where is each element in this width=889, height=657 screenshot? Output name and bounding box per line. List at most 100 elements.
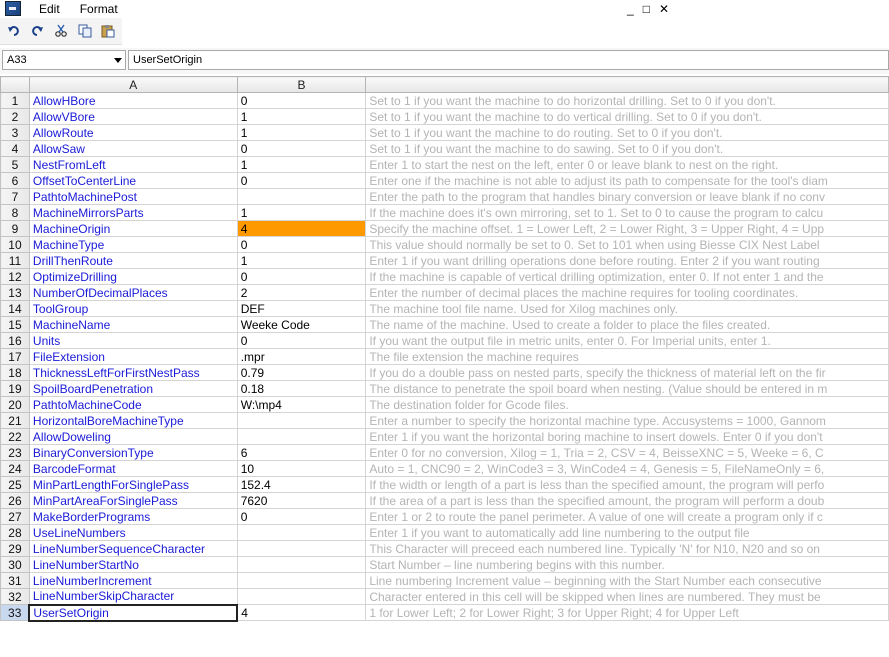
- setting-value-cell[interactable]: [236, 412, 367, 429]
- row-number[interactable]: 28: [0, 524, 30, 541]
- setting-name-cell[interactable]: MachineMirrorsParts: [28, 204, 238, 221]
- setting-name-cell[interactable]: AllowVBore: [28, 108, 238, 125]
- setting-value-cell[interactable]: 6: [236, 444, 367, 461]
- row-number[interactable]: 18: [0, 364, 30, 381]
- setting-name-cell[interactable]: PathtoMachinePost: [28, 188, 238, 205]
- setting-name-cell[interactable]: NumberOfDecimalPlaces: [28, 284, 238, 301]
- setting-description-cell[interactable]: The distance to penetrate the spoil boar…: [365, 380, 889, 397]
- setting-name-cell[interactable]: AllowDoweling: [28, 428, 238, 445]
- setting-value-cell[interactable]: 10: [236, 460, 367, 477]
- row-number[interactable]: 3: [0, 124, 30, 141]
- setting-name-cell[interactable]: NestFromLeft: [28, 156, 238, 173]
- setting-name-cell[interactable]: OptimizeDrilling: [28, 268, 238, 285]
- setting-description-cell[interactable]: Enter 1 if you want to automatically add…: [365, 524, 889, 541]
- setting-value-cell[interactable]: 2: [236, 284, 367, 301]
- setting-value-cell[interactable]: [236, 428, 367, 445]
- setting-value-cell[interactable]: 4: [236, 604, 367, 621]
- cut-icon[interactable]: [51, 21, 71, 41]
- setting-value-cell[interactable]: 0: [236, 268, 367, 285]
- setting-name-cell[interactable]: LineNumberSequenceCharacter: [28, 540, 238, 557]
- setting-value-cell[interactable]: [236, 524, 367, 541]
- row-number[interactable]: 7: [0, 188, 30, 205]
- close-icon[interactable]: ✕: [659, 2, 669, 16]
- setting-description-cell[interactable]: Set to 1 if you want the machine to do v…: [365, 108, 889, 125]
- row-number[interactable]: 22: [0, 428, 30, 445]
- redo-icon[interactable]: [28, 21, 48, 41]
- setting-value-cell[interactable]: 0: [236, 140, 367, 157]
- setting-name-cell[interactable]: LineNumberSkipCharacter: [28, 588, 238, 605]
- setting-description-cell[interactable]: The destination folder for Gcode files.: [365, 396, 889, 413]
- setting-description-cell[interactable]: Auto = 1, CNC90 = 2, WinCode3 = 3, WinCo…: [365, 460, 889, 477]
- setting-name-cell[interactable]: MachineName: [28, 316, 238, 333]
- setting-value-cell[interactable]: Weeke Code: [236, 316, 367, 333]
- setting-description-cell[interactable]: Enter 0 for no conversion, Xilog = 1, Tr…: [365, 444, 889, 461]
- row-number[interactable]: 23: [0, 444, 30, 461]
- setting-name-cell[interactable]: MinPartLengthForSinglePass: [28, 476, 238, 493]
- row-number[interactable]: 13: [0, 284, 30, 301]
- column-header-b[interactable]: B: [236, 76, 367, 93]
- setting-value-cell[interactable]: 152.4: [236, 476, 367, 493]
- row-number[interactable]: 32: [0, 588, 30, 605]
- setting-description-cell[interactable]: 1 for Lower Left; 2 for Lower Right; 3 f…: [365, 604, 889, 621]
- row-number[interactable]: 1: [0, 92, 30, 109]
- row-number[interactable]: 20: [0, 396, 30, 413]
- select-all-corner[interactable]: [0, 76, 30, 93]
- setting-name-cell[interactable]: SpoilBoardPenetration: [28, 380, 238, 397]
- setting-description-cell[interactable]: Enter the number of decimal places the m…: [365, 284, 889, 301]
- setting-description-cell[interactable]: Enter a number to specify the horizontal…: [365, 412, 889, 429]
- setting-name-cell[interactable]: UserSetOrigin: [28, 603, 239, 622]
- row-number[interactable]: 16: [0, 332, 30, 349]
- setting-name-cell[interactable]: AllowSaw: [28, 140, 238, 157]
- paste-icon[interactable]: [98, 21, 118, 41]
- setting-description-cell[interactable]: If you do a double pass on nested parts,…: [365, 364, 889, 381]
- row-number[interactable]: 26: [0, 492, 30, 509]
- setting-value-cell[interactable]: 4: [236, 220, 367, 237]
- setting-value-cell[interactable]: 1: [236, 204, 367, 221]
- formula-input[interactable]: UserSetOrigin: [128, 50, 889, 70]
- setting-value-cell[interactable]: [236, 556, 367, 573]
- setting-name-cell[interactable]: LineNumberIncrement: [28, 572, 238, 589]
- setting-value-cell[interactable]: 0: [236, 236, 367, 253]
- row-number[interactable]: 21: [0, 412, 30, 429]
- setting-name-cell[interactable]: MakeBorderPrograms: [28, 508, 238, 525]
- setting-value-cell[interactable]: 0: [236, 172, 367, 189]
- setting-name-cell[interactable]: MachineType: [28, 236, 238, 253]
- row-number[interactable]: 30: [0, 556, 30, 573]
- setting-name-cell[interactable]: OffsetToCenterLine: [28, 172, 238, 189]
- setting-value-cell[interactable]: 0: [236, 92, 367, 109]
- setting-value-cell[interactable]: W:\mp4: [236, 396, 367, 413]
- setting-description-cell[interactable]: Line numbering Increment value – beginni…: [365, 572, 889, 589]
- setting-description-cell[interactable]: Start Number – line numbering begins wit…: [365, 556, 889, 573]
- setting-description-cell[interactable]: Enter 1 if you want drilling operations …: [365, 252, 889, 269]
- column-header-c[interactable]: [365, 76, 889, 93]
- setting-description-cell[interactable]: Enter 1 or 2 to route the panel perimete…: [365, 508, 889, 525]
- setting-description-cell[interactable]: If the machine is capable of vertical dr…: [365, 268, 889, 285]
- setting-description-cell[interactable]: If the area of a part is less than the s…: [365, 492, 889, 509]
- setting-value-cell[interactable]: DEF: [236, 300, 367, 317]
- setting-description-cell[interactable]: The file extension the machine requires: [365, 348, 889, 365]
- setting-name-cell[interactable]: UseLineNumbers: [28, 524, 238, 541]
- row-number[interactable]: 14: [0, 300, 30, 317]
- setting-name-cell[interactable]: LineNumberStartNo: [28, 556, 238, 573]
- setting-description-cell[interactable]: This Character will preceed each numbere…: [365, 540, 889, 557]
- setting-value-cell[interactable]: .mpr: [236, 348, 367, 365]
- setting-description-cell[interactable]: The name of the machine. Used to create …: [365, 316, 889, 333]
- setting-description-cell[interactable]: Enter one if the machine is not able to …: [365, 172, 889, 189]
- menu-format[interactable]: Format: [74, 2, 124, 16]
- row-number[interactable]: 15: [0, 316, 30, 333]
- copy-icon[interactable]: [75, 21, 95, 41]
- setting-description-cell[interactable]: Set to 1 if you want the machine to do h…: [365, 92, 889, 109]
- cell-reference-select[interactable]: A33: [2, 50, 126, 70]
- setting-description-cell[interactable]: If you want the output file in metric un…: [365, 332, 889, 349]
- setting-name-cell[interactable]: AllowHBore: [28, 92, 238, 109]
- setting-description-cell[interactable]: Set to 1 if you want the machine to do s…: [365, 140, 889, 157]
- row-number[interactable]: 33: [0, 604, 30, 621]
- setting-name-cell[interactable]: MachineOrigin: [28, 220, 238, 237]
- row-number[interactable]: 10: [0, 236, 30, 253]
- setting-value-cell[interactable]: [236, 588, 367, 605]
- row-number[interactable]: 19: [0, 380, 30, 397]
- row-number[interactable]: 5: [0, 156, 30, 173]
- setting-name-cell[interactable]: ThicknessLeftForFirstNestPass: [28, 364, 238, 381]
- setting-name-cell[interactable]: ToolGroup: [28, 300, 238, 317]
- setting-name-cell[interactable]: Units: [28, 332, 238, 349]
